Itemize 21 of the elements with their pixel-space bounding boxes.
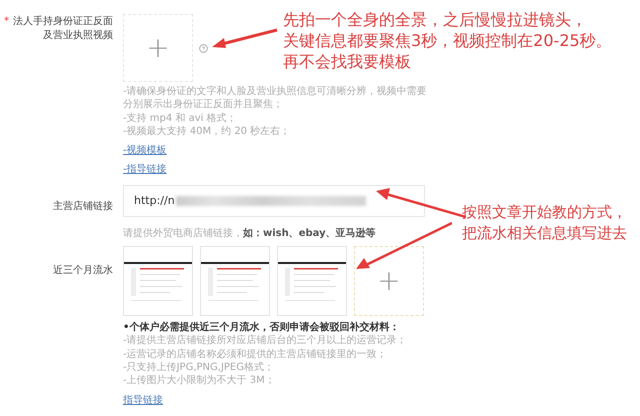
- annotation-text: 先拍一个全身的全景，之后慢慢拉进镜头， 关键信息都要聚焦3秒，视频控制在20-25秒。 再不会找我要模板: [283, 9, 612, 72]
- hint-text: -视频最大支持 40M，约 20 秒左右；: [123, 124, 292, 138]
- field-label: 近三个月流水: [53, 264, 113, 278]
- hint-text: -请确保身份证的文字和人脸及营业执照信息可清晰分辨，视频中需要分别展示出身份证正反面并且聚焦；: [123, 85, 428, 112]
- link[interactable]: -视频模板: [123, 145, 167, 156]
- hint-text: 请提供外贸电商店铺链接，如：wish、ebay、亚马逊等: [123, 226, 377, 240]
- field-label: 主营店铺链接: [53, 200, 113, 214]
- field-label: 法人手持身份证正反面及营业执照视频: [12, 15, 113, 43]
- annotation-text: 按照文章开始教的方式， 把流水相关信息填写进去: [462, 202, 627, 244]
- link[interactable]: 指导链接: [123, 394, 163, 406]
- arrow: [212, 28, 278, 50]
- required-mark: *: [4, 15, 9, 29]
- hint-text: -请提供主营店铺链接所对应店铺后台的三个月以上的运营记录；: [123, 334, 408, 348]
- url-field[interactable]: http://n: [123, 184, 425, 217]
- hint-text: -支持 mp4 和 avi 格式；: [123, 112, 238, 125]
- hint-text: -只支持上传JPG,PNG,JPEG格式；: [123, 360, 276, 374]
- notice-text: •个体户必需提供近三个月流水，否则申请会被驳回补交材料：: [123, 321, 400, 334]
- upload-box[interactable]: +: [123, 14, 193, 82]
- link[interactable]: -指导链接: [123, 164, 167, 176]
- hint-text: -上传图片大小限制为不大于 3M；: [123, 374, 276, 388]
- hint-text: -运营记录的店铺名称必须和提供的主营店铺链接里的一致；: [123, 348, 388, 361]
